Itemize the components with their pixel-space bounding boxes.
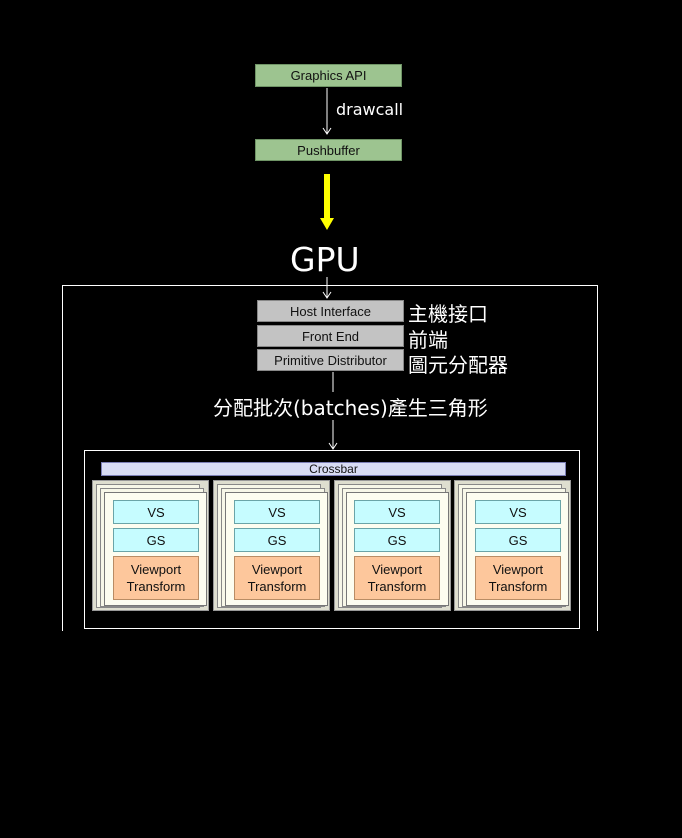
vs-box: VS [354,500,440,524]
transform-label: Transform [247,579,307,594]
gs-box: GS [354,528,440,552]
host-interface-cn-label: 主機接口 [408,302,488,326]
viewport-label: Viewport [251,562,303,577]
graphics-api-box: Graphics API [255,64,402,87]
gs-box: GS [475,528,561,552]
front-end-box: Front End [257,325,404,347]
viewport-transform-box: Viewport Transform [234,556,320,600]
viewport-transform-box: Viewport Transform [354,556,440,600]
gs-label: GS [146,532,166,548]
batch-label: 分配批次(batches)產生三角形 [213,396,488,420]
front-end-label: Front End [301,328,360,344]
graphics-api-label: Graphics API [290,68,367,83]
vs-label: VS [509,504,527,520]
viewport-label: Viewport [492,562,544,577]
pushbuffer-box: Pushbuffer [255,139,402,161]
viewport-label: Viewport [130,562,182,577]
vs-box: VS [113,500,199,524]
gs-label: GS [508,532,528,548]
drawcall-label: drawcall [336,100,404,119]
crossbar-bar: Crossbar [101,462,566,476]
viewport-transform-box: Viewport Transform [475,556,561,600]
viewport-transform-box: Viewport Transform [113,556,199,600]
host-interface-label: Host Interface [290,303,371,319]
pushbuffer-label: Pushbuffer [297,142,360,158]
vs-label: VS [147,504,165,520]
vs-box: VS [475,500,561,524]
transform-label: Transform [367,579,427,594]
gs-box: GS [234,528,320,552]
transform-label: Transform [488,579,548,594]
host-interface-arrow [322,277,332,299]
crossbar-arrow [328,420,338,450]
gs-label: GS [267,532,287,548]
crossbar-label: Crossbar [309,462,358,476]
host-interface-box: Host Interface [257,300,404,322]
vs-label: VS [388,504,406,520]
viewport-label: Viewport [371,562,423,577]
primitive-distributor-box: Primitive Distributor [257,349,404,371]
vs-label: VS [268,504,286,520]
yellow-arrow [320,174,334,230]
drawcall-arrow [322,88,332,135]
vs-box: VS [234,500,320,524]
gs-label: GS [387,532,407,548]
transform-label: Transform [126,579,186,594]
primitive-distributor-label: Primitive Distributor [274,352,387,368]
primitive-distributor-cn-label: 圖元分配器 [408,353,508,377]
batch-connector-line [332,372,334,392]
gs-box: GS [113,528,199,552]
gpu-title: GPU [290,240,360,279]
